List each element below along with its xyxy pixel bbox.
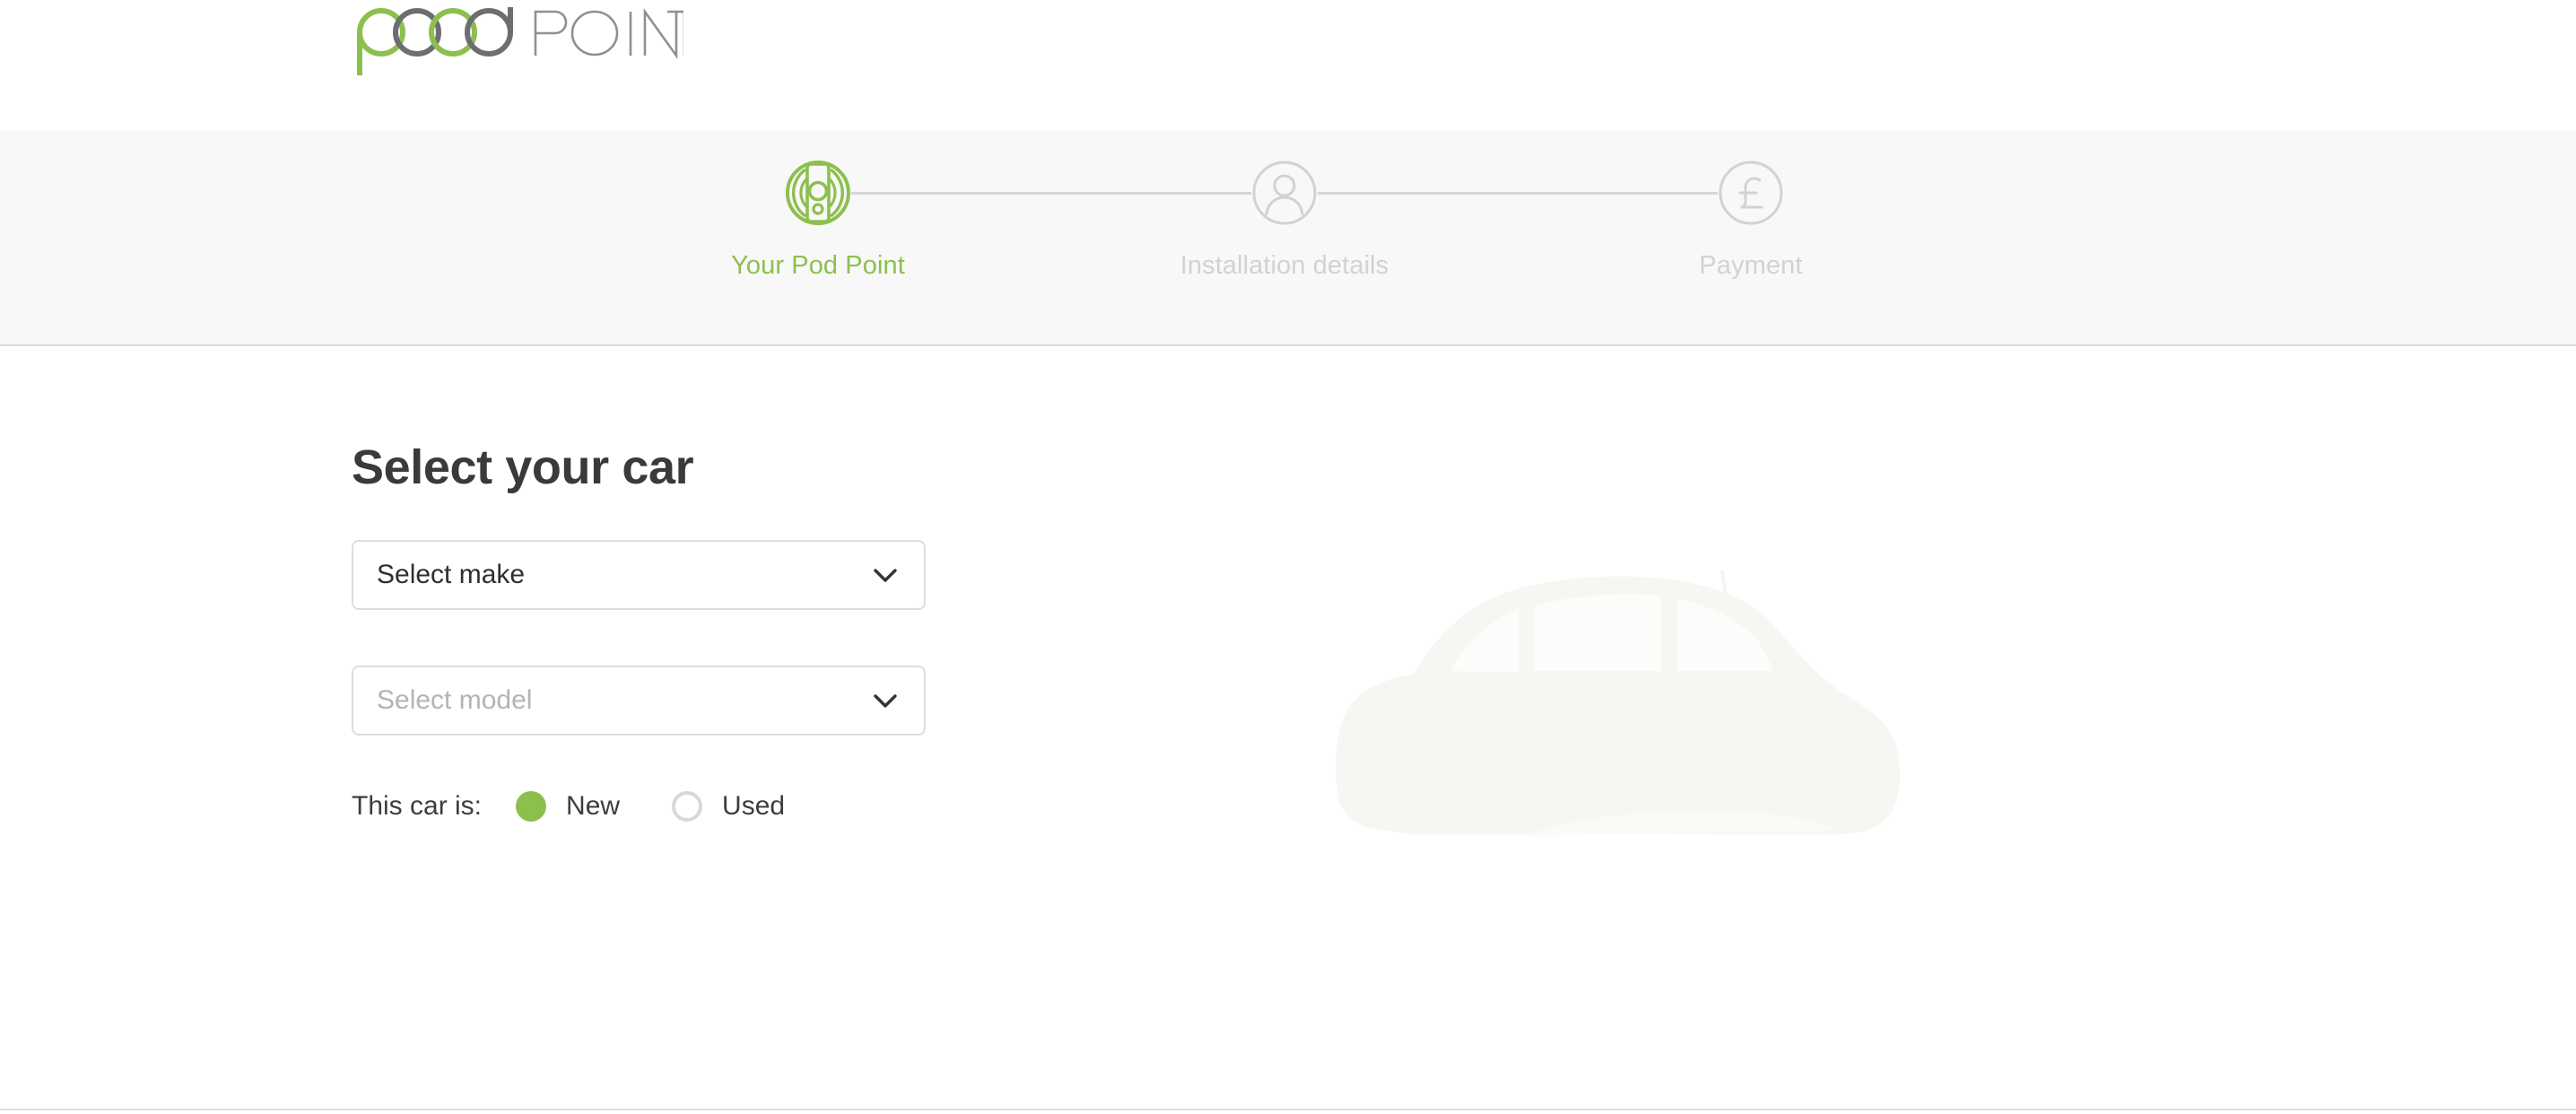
chevron-down-icon-svg — [874, 569, 897, 582]
person-icon — [1251, 160, 1318, 226]
select-make-value: Select make — [377, 560, 526, 589]
radio-new-indicator[interactable] — [516, 791, 547, 822]
pod-point-logo-svg — [357, 7, 701, 75]
pod-charger-icon — [785, 160, 851, 226]
car-condition-group: This car is: New Used — [352, 786, 837, 827]
checkout-progress-bar: Your Pod Point Installation details Paym… — [0, 131, 2576, 346]
stepper-step-payment[interactable]: Payment — [1562, 131, 1939, 344]
select-model-value: Select model — [377, 685, 533, 715]
site-header — [0, 0, 2576, 131]
stepper-step-label: Payment — [1699, 251, 1803, 280]
footer-divider — [0, 1109, 2576, 1110]
select-make-dropdown[interactable]: Select make — [352, 540, 926, 610]
ghost-car-silhouette-svg — [1336, 570, 1901, 836]
radio-new-label: New — [566, 791, 621, 821]
chevron-down-icon — [866, 556, 904, 594]
pod-point-logo[interactable] — [352, 5, 701, 81]
radio-used-label: Used — [722, 791, 786, 821]
chevron-down-icon — [866, 682, 904, 719]
radio-option-new[interactable]: New — [516, 791, 620, 822]
radio-option-used[interactable]: Used — [672, 791, 785, 822]
stepper: Your Pod Point Installation details Paym… — [0, 131, 2576, 344]
car-condition-label: This car is: — [352, 791, 483, 821]
pod-charger-icon-svg — [786, 161, 850, 225]
page-title: Select your car — [352, 440, 694, 494]
pound-sterling-icon — [1718, 160, 1784, 226]
stepper-step-label: Your Pod Point — [731, 251, 905, 280]
person-icon-svg — [1252, 161, 1317, 225]
ghost-car-illustration — [1256, 535, 1955, 911]
radio-used-indicator[interactable] — [672, 791, 703, 822]
stepper-step-your-pod-point[interactable]: Your Pod Point — [630, 131, 1006, 344]
chevron-down-icon-svg — [874, 694, 897, 708]
stepper-step-installation-details[interactable]: Installation details — [1096, 131, 1473, 344]
pound-sterling-icon-svg — [1719, 161, 1783, 225]
select-model-dropdown[interactable]: Select model — [352, 666, 926, 735]
main-content: Select your car Select make Select model… — [0, 346, 2576, 1109]
page-root: Your Pod Point Installation details Paym… — [0, 0, 2576, 1114]
stepper-step-label: Installation details — [1179, 251, 1389, 280]
